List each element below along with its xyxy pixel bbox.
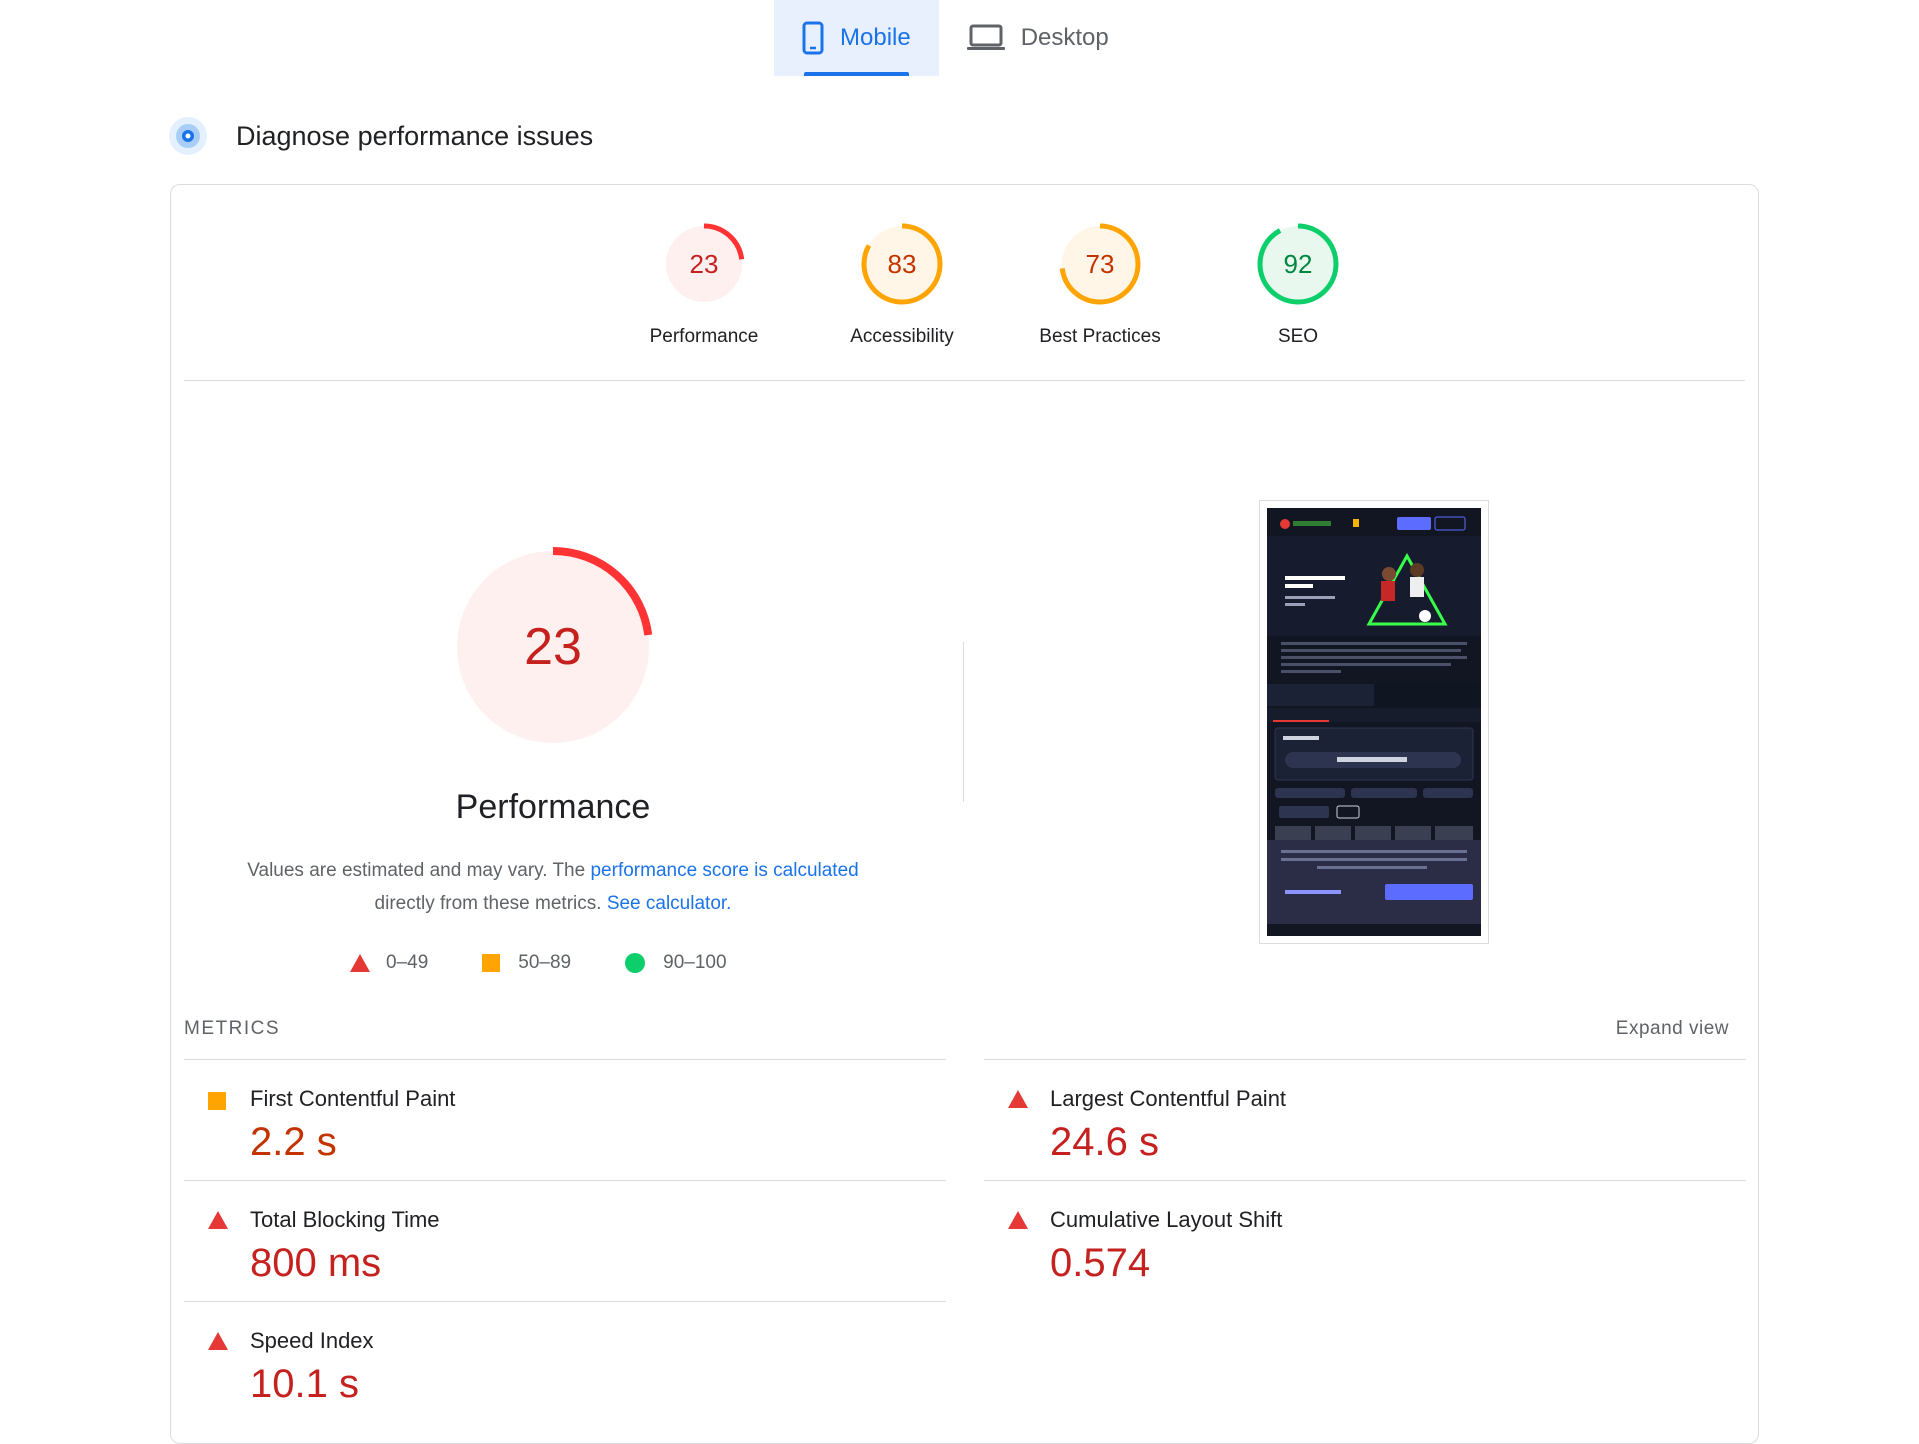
metric-value: 10.1 s	[250, 1362, 359, 1406]
metrics-right-column: Largest Contentful Paint 24.6 s Cumulati…	[984, 1059, 1746, 1301]
performance-score: 23	[524, 618, 582, 676]
gauge-score: 73	[1085, 248, 1115, 279]
tab-mobile[interactable]: Mobile	[774, 0, 939, 76]
square-icon	[208, 1092, 226, 1110]
tab-desktop[interactable]: Desktop	[939, 0, 1137, 76]
diagnose-icon	[168, 116, 208, 156]
metric-largest-contentful-paint: Largest Contentful Paint 24.6 s	[984, 1059, 1746, 1180]
metric-value: 2.2 s	[250, 1120, 337, 1164]
tab-desktop-label: Desktop	[1020, 24, 1109, 51]
metrics-title: METRICS	[184, 1018, 280, 1039]
desc-text: Values are estimated and may vary. The	[247, 860, 591, 881]
performance-description: Values are estimated and may vary. The p…	[203, 854, 903, 920]
tab-mobile-label: Mobile	[840, 24, 911, 51]
gauge-label: Performance	[649, 326, 759, 347]
diagnose-title: Diagnose performance issues	[236, 120, 594, 151]
square-icon	[482, 954, 501, 972]
expand-view-button[interactable]: Expand view	[1616, 1018, 1729, 1040]
gauge-label: SEO	[1277, 326, 1319, 347]
screenshot-image	[1267, 508, 1481, 936]
device-tabs: Mobile Desktop	[774, 0, 1137, 78]
performance-gauge-large: 23	[452, 546, 654, 748]
phone-icon	[802, 21, 824, 55]
metric-value: 800 ms	[250, 1241, 382, 1285]
gauge-ring: 92	[1256, 222, 1340, 306]
gauge-score: 23	[689, 248, 719, 279]
legend-average: 50–89	[482, 952, 571, 974]
gauge-ring: 73	[1058, 222, 1142, 306]
gauge-ring: 83	[860, 222, 944, 306]
diagnose-header: Diagnose performance issues	[168, 116, 593, 156]
gauge-accessibility[interactable]: 83 Accessibility	[803, 222, 1001, 348]
legend-pass: 90–100	[625, 952, 727, 974]
vertical-divider	[963, 642, 964, 802]
metric-name: Largest Contentful Paint	[1050, 1086, 1287, 1111]
gauge-label: Best Practices	[1039, 326, 1161, 347]
metric-total-blocking-time: Total Blocking Time 800 ms	[184, 1180, 946, 1301]
metric-name: Speed Index	[250, 1328, 374, 1353]
legend-range: 50–89	[518, 952, 572, 973]
gauge-score: 83	[887, 248, 917, 279]
performance-title: Performance	[455, 788, 651, 826]
metric-name: First Contentful Paint	[250, 1086, 456, 1111]
metric-cumulative-layout-shift: Cumulative Layout Shift 0.574	[984, 1180, 1746, 1301]
legend-range: 0–49	[386, 952, 429, 973]
gauge-seo[interactable]: 92 SEO	[1199, 222, 1397, 348]
gauge-ring: 23	[662, 222, 746, 306]
gauge-label: Accessibility	[850, 326, 954, 347]
see-calculator-link[interactable]: See calculator.	[607, 893, 732, 914]
triangle-icon	[208, 1332, 228, 1350]
circle-icon	[625, 953, 646, 973]
metric-name: Cumulative Layout Shift	[1050, 1207, 1283, 1232]
metric-first-contentful-paint: First Contentful Paint 2.2 s	[184, 1059, 946, 1180]
metric-value: 0.574	[1050, 1241, 1151, 1285]
triangle-icon	[350, 954, 370, 972]
triangle-icon	[1008, 1090, 1028, 1108]
legend-fail: 0–49	[350, 952, 428, 974]
triangle-icon	[1008, 1211, 1028, 1229]
desc-text: directly from these metrics.	[374, 893, 607, 914]
score-legend: 0–49 50–89 90–100	[350, 952, 727, 974]
metric-name: Total Blocking Time	[250, 1207, 440, 1232]
score-calculated-link[interactable]: performance score is calculated	[590, 860, 858, 881]
triangle-icon	[208, 1211, 228, 1229]
legend-range: 90–100	[663, 952, 727, 973]
gauge-performance[interactable]: 23 Performance	[605, 222, 803, 348]
category-gauges: 23 Performance 83 Accessibility 73 Best …	[605, 222, 1397, 348]
metrics-left-column: First Contentful Paint 2.2 s Total Block…	[184, 1059, 946, 1422]
gauge-score: 92	[1283, 248, 1313, 279]
metric-speed-index: Speed Index 10.1 s	[184, 1301, 946, 1422]
laptop-icon	[966, 24, 1005, 52]
divider	[184, 380, 1745, 381]
gauge-best-practices[interactable]: 73 Best Practices	[1001, 222, 1199, 348]
metric-value: 24.6 s	[1050, 1120, 1159, 1164]
page-screenshot-thumbnail[interactable]	[1259, 500, 1489, 944]
